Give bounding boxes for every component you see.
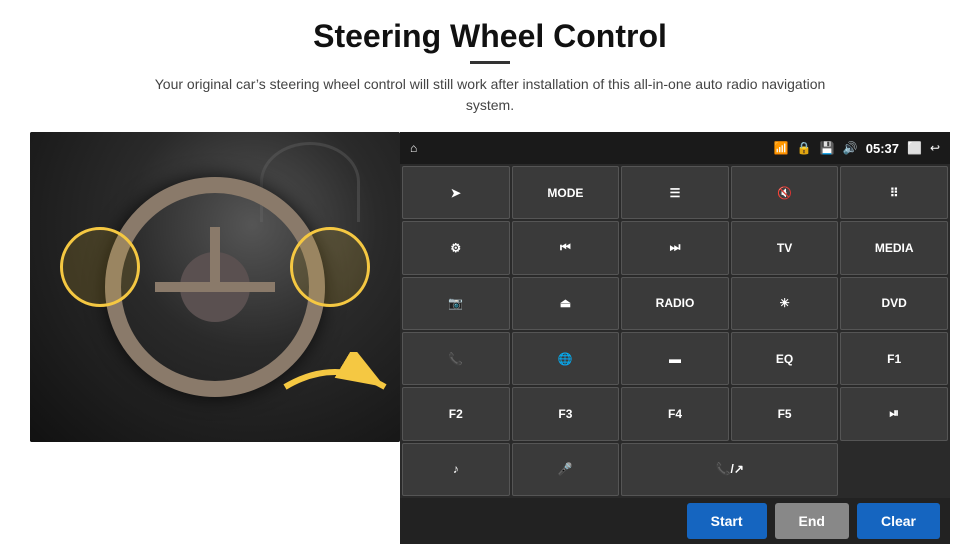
page-container: Steering Wheel Control Your original car… (0, 0, 980, 544)
settings-button[interactable]: ⚙ (402, 221, 510, 274)
circle-highlight-left (60, 227, 140, 307)
steering-wheel-image (30, 132, 400, 442)
spoke-right (215, 282, 275, 292)
clear-button[interactable]: Clear (857, 503, 940, 539)
page-subtitle: Your original car’s steering wheel contr… (140, 74, 840, 116)
phone-button[interactable]: 📞 (402, 332, 510, 385)
wifi-icon: 📶 (774, 141, 789, 155)
next-button[interactable]: ⏭ (621, 221, 729, 274)
dvd-button[interactable]: DVD (840, 277, 948, 330)
window-button[interactable]: ▬ (621, 332, 729, 385)
f2-button[interactable]: F2 (402, 387, 510, 440)
apps-button[interactable]: ⠿ (840, 166, 948, 219)
lock-icon: 🔒 (797, 141, 812, 155)
yellow-arrow (275, 352, 395, 427)
title-underline (470, 61, 510, 64)
action-bar: Start End Clear (400, 498, 950, 544)
home-icon[interactable]: ⌂ (410, 141, 417, 155)
playpause-button[interactable]: ⏯ (840, 387, 948, 440)
cam360-button[interactable]: 📷 (402, 277, 510, 330)
start-button[interactable]: Start (687, 503, 767, 539)
call-button[interactable]: 📞/↗ (621, 443, 838, 496)
brightness-button[interactable]: ☀ (731, 277, 839, 330)
f4-button[interactable]: F4 (621, 387, 729, 440)
steering-wheel-inner (180, 252, 250, 322)
music-button[interactable]: ♪ (402, 443, 510, 496)
status-time: 05:37 (866, 141, 899, 156)
button-grid: ➤ MODE ☰ 🔇 ⠿ ⚙ ⏮ ⏭ TV MEDIA 📷 ⏏ RADIO ☀ … (400, 164, 950, 498)
f1-button[interactable]: F1 (840, 332, 948, 385)
spoke-top (210, 227, 220, 287)
status-bar: ⌂ 📶 🔒 💾 🔊 05:37 ⬜ ↩ (400, 132, 950, 164)
bluetooth-icon: 🔊 (843, 141, 858, 155)
status-left: ⌂ (410, 141, 417, 155)
eq-button[interactable]: EQ (731, 332, 839, 385)
content-row: ⌂ 📶 🔒 💾 🔊 05:37 ⬜ ↩ ➤ MODE ☰ 🔇 (30, 132, 950, 544)
circle-highlight-right (290, 227, 370, 307)
mute-button[interactable]: 🔇 (731, 166, 839, 219)
end-button[interactable]: End (775, 503, 849, 539)
f5-button[interactable]: F5 (731, 387, 839, 440)
screen-icon: ⬜ (907, 141, 922, 155)
f3-button[interactable]: F3 (512, 387, 620, 440)
back-icon[interactable]: ↩ (930, 141, 940, 155)
menu-button[interactable]: ☰ (621, 166, 729, 219)
prev-button[interactable]: ⏮ (512, 221, 620, 274)
page-title: Steering Wheel Control (313, 18, 667, 55)
status-right: 📶 🔒 💾 🔊 05:37 ⬜ ↩ (774, 141, 940, 156)
radio-button[interactable]: RADIO (621, 277, 729, 330)
spoke-left (155, 282, 215, 292)
mic-button[interactable]: 🎤 (512, 443, 620, 496)
ie-button[interactable]: 🌐 (512, 332, 620, 385)
sd-icon: 💾 (820, 141, 835, 155)
mode-button[interactable]: MODE (512, 166, 620, 219)
eject-button[interactable]: ⏏ (512, 277, 620, 330)
nav-button[interactable]: ➤ (402, 166, 510, 219)
control-panel: ⌂ 📶 🔒 💾 🔊 05:37 ⬜ ↩ ➤ MODE ☰ 🔇 (400, 132, 950, 544)
media-button[interactable]: MEDIA (840, 221, 948, 274)
tv-button[interactable]: TV (731, 221, 839, 274)
